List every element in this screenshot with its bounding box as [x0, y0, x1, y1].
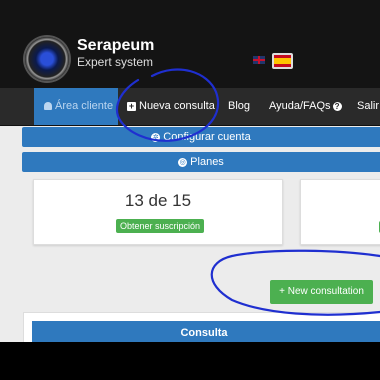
spain-flag-icon[interactable] — [272, 53, 293, 69]
nav-new-consultation-label: Nueva consulta — [139, 100, 215, 112]
get-subscription-button[interactable]: Obtener suscripción — [116, 219, 205, 233]
main-nav: Área cliente + Nueva consulta Blog Ayuda/… — [0, 88, 380, 126]
new-consultation-button[interactable]: + New consultation — [270, 280, 373, 304]
nav-help[interactable]: Ayuda/FAQs? — [269, 88, 342, 125]
configure-account-label: Configurar cuenta — [163, 131, 251, 143]
nav-help-label: Ayuda/FAQs — [269, 100, 331, 112]
subscription-card: 13 de 15 Obtener suscripción — [33, 179, 283, 245]
nav-new-consultation[interactable]: + Nueva consulta — [127, 88, 215, 125]
logo-icon[interactable] — [25, 37, 69, 81]
site-header: Serapeum Expert system — [0, 0, 380, 88]
secondary-card — [300, 179, 380, 245]
app-frame: Serapeum Expert system Área cliente + Nue… — [0, 0, 380, 342]
configure-account-button[interactable]: ✲ Configurar cuenta — [22, 127, 380, 147]
gear-icon: ✲ — [151, 132, 161, 142]
brand-subtitle: Expert system — [77, 55, 154, 69]
nav-client-area-label: Área cliente — [55, 100, 114, 112]
question-circle-icon: ? — [332, 101, 342, 111]
plans-button[interactable]: ◎ Planes — [22, 152, 380, 172]
uk-flag-icon[interactable] — [253, 56, 265, 64]
plus-square-icon: + — [127, 100, 136, 111]
consultation-count: 13 de 15 — [124, 191, 192, 210]
nav-blog[interactable]: Blog — [228, 88, 250, 125]
nav-logout[interactable]: Salir — [357, 88, 379, 125]
consultations-header-label: Consulta — [180, 327, 228, 339]
plans-label: Planes — [190, 156, 224, 168]
globe-icon: ◎ — [178, 157, 188, 167]
user-icon — [44, 102, 52, 111]
consultations-table-header: Consulta — [32, 321, 380, 342]
consultations-panel: Consulta — [23, 312, 380, 342]
nav-client-area[interactable]: Área cliente — [34, 88, 118, 125]
brand-title: Serapeum — [77, 37, 155, 54]
